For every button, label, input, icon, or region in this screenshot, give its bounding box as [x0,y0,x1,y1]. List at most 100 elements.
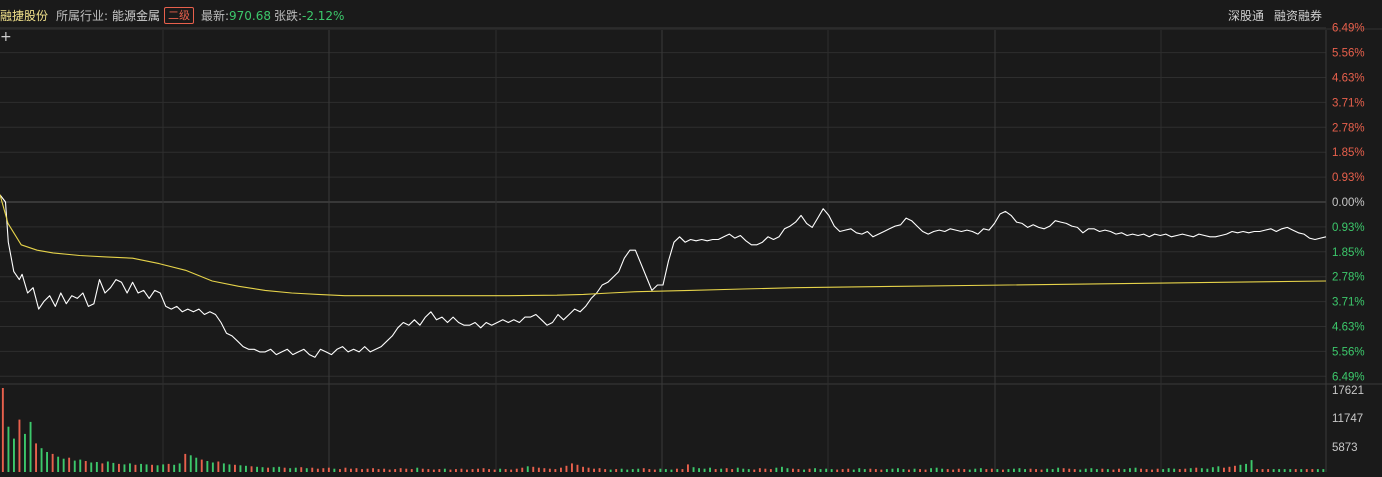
volume-bar [90,462,93,472]
volume-bar [322,468,325,472]
intraday-chart[interactable]: 6.49% 5.56% 4.63% 3.71% 2.78% 1.85% 0.93% 0.00%… [0,0,1382,477]
volume-bar [228,464,231,472]
volume-bar [40,448,43,472]
volume-bar [95,462,98,472]
volume-bar [1095,469,1098,472]
volume-bar [919,469,921,472]
volume-bar [1173,468,1176,472]
volume-bar [1101,468,1104,472]
volume-bar [836,469,839,472]
volume-bar [118,463,120,472]
volume-bar [361,469,363,472]
volume-bar [272,467,275,472]
volume-bar [731,469,734,472]
volume-bar [676,468,678,472]
volume-bar [593,468,595,472]
volume-bar [615,469,618,472]
volume-bar [1256,469,1258,472]
volume-bar [1090,468,1093,472]
volume-bar [1206,468,1209,472]
volume-bar [653,469,656,472]
volume-bar [913,468,916,472]
volume-bar [106,461,109,472]
volume-bar [537,467,540,472]
volume-bar [300,467,303,472]
volume-axis-label: 11747 [1332,413,1363,425]
volume-bar [979,468,982,472]
volume-bar [565,465,568,472]
volume-bar [1140,468,1142,472]
volume-bar [1250,460,1253,472]
volume-bar [747,469,750,472]
volume-bar [1289,469,1292,472]
volume-bar [769,469,772,472]
price-axis-label: 3.71% [1332,297,1365,309]
volume-bar [18,419,21,472]
volume-bar [460,468,463,472]
volume-bar [421,468,424,472]
volume-bar [1178,469,1181,472]
volume-bar [736,467,739,472]
price-axis-label: 4.63% [1332,73,1365,85]
volume-bar [963,469,966,472]
volume-bar [1305,469,1308,472]
volume-bar [1283,469,1286,472]
volume-bar [344,467,347,472]
volume-bar [532,466,535,472]
volume-bar [1245,463,1247,472]
volume-bar [670,469,673,472]
volume-bar [996,469,999,472]
volume-bar [554,469,557,472]
volume-bar [1300,469,1303,472]
volume-bar [952,469,955,472]
volume-bar [388,469,391,472]
volume-bar [847,468,850,472]
volume-bar [1145,469,1148,472]
volume-bar [863,469,866,472]
price-axis-label: 0.93% [1332,222,1365,234]
volume-bar [1112,469,1115,472]
volume-bar [383,468,386,472]
volume-bar [1195,467,1198,472]
volume-bar [510,469,513,472]
volume-bar [803,469,805,472]
volume-bar [1040,469,1043,472]
volume-bar [13,438,15,472]
volume-bar [1294,469,1297,472]
volume-bar [526,466,529,472]
volume-bar [261,467,264,472]
volume-bar [245,465,247,472]
volume-bar [394,469,397,472]
volume-bar [637,468,640,472]
volume-bar [156,465,159,472]
volume-bar [548,468,551,472]
volume-bar [1073,469,1076,472]
volume-bar [234,464,236,472]
volume-bar [1106,469,1109,472]
volume-bar [869,468,872,472]
volume-bar [206,461,209,472]
volume-bar [449,469,452,472]
volume-bar [902,469,905,472]
volume-bar [101,463,104,472]
volume-bar [443,468,446,472]
volume-bar [211,462,214,472]
volume-bar [714,469,717,472]
volume-bar [51,453,54,472]
volume-bar [1123,469,1126,472]
volume-bar [123,464,126,472]
volume-bar [974,468,977,472]
volume-bar [908,469,910,472]
volume-bar [990,468,993,472]
volume-bar [140,463,142,472]
volume-bar [560,467,562,472]
volume-bar [438,469,441,472]
price-axis-label: 6.49% [1332,23,1365,35]
volume-bar [946,469,949,472]
volume-bar [195,457,198,472]
volume-bar [305,468,308,472]
volume-bar [1062,468,1065,472]
volume-bar [598,468,601,472]
volume-bar [466,469,468,472]
volume-bar [504,469,507,472]
